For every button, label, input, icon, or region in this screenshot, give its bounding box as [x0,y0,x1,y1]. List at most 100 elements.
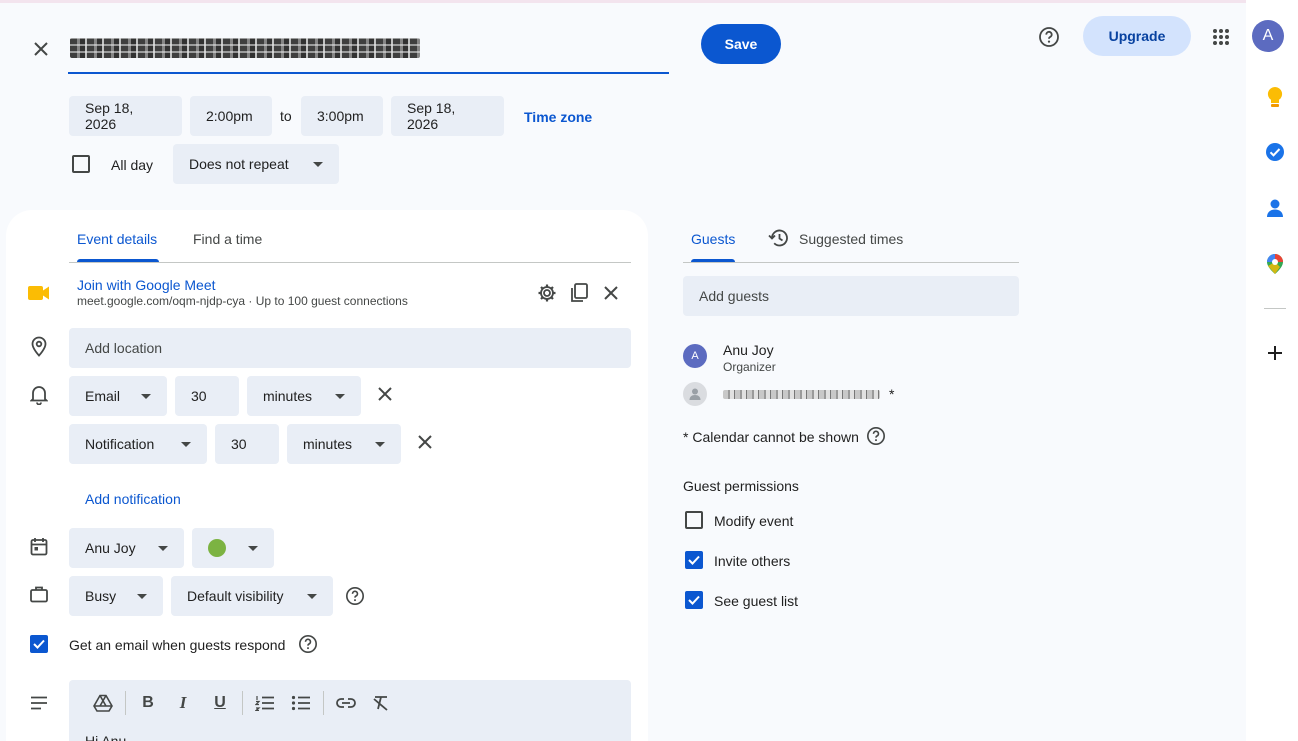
see-guest-list-checkbox[interactable] [685,591,703,609]
history-icon [768,228,789,253]
numbered-list-icon [255,696,274,711]
gear-icon [538,284,556,302]
add-notification-button[interactable]: Add notification [85,491,181,507]
chevron-down-icon [313,161,323,167]
see-guest-list-label: See guest list [714,593,799,609]
location-pin-icon [30,336,48,363]
visibility-value: Default visibility [187,588,284,604]
insert-link-button[interactable] [334,691,358,715]
modify-event-checkbox[interactable] [685,511,703,529]
calendar-note-help-button[interactable] [864,424,888,448]
calendar-cannot-be-shown-note: * Calendar cannot be shown [683,429,859,445]
chevron-down-icon [158,545,168,551]
notification-amount-input-2[interactable]: 30 [215,424,279,464]
chevron-down-icon [181,441,191,447]
email-guests-respond-checkbox[interactable] [30,635,48,653]
end-time-field[interactable]: 3:00pm [301,96,383,136]
remove-notification-button-2[interactable] [413,430,437,454]
visibility-help-button[interactable] [343,584,367,608]
availability-dropdown[interactable]: Busy [69,576,163,616]
copy-meet-link-button[interactable] [567,281,591,305]
add-addon-button[interactable] [1262,340,1288,366]
email-guests-help-button[interactable] [296,632,320,656]
remove-meet-button[interactable] [599,281,623,305]
maps-button[interactable] [1262,251,1288,277]
calendar-owner-dropdown[interactable]: Anu Joy [69,528,184,568]
chevron-down-icon [307,593,317,599]
bulleted-list-icon [291,695,310,711]
end-date-field[interactable]: Sep 18, 2026 [391,96,504,136]
tab-guests[interactable]: Guests [691,231,735,247]
start-time-field[interactable]: 2:00pm [190,96,272,136]
time-zone-link[interactable]: Time zone [524,109,592,125]
add-guests-input[interactable]: Add guests [683,276,1019,316]
apps-button[interactable] [1208,24,1234,50]
close-icon [34,42,48,56]
clear-formatting-button[interactable] [369,691,393,715]
close-button[interactable] [28,36,54,62]
availability-value: Busy [85,588,117,604]
all-day-label: All day [111,157,154,173]
invite-others-label: Invite others [714,553,791,569]
notification-type-value: Notification [85,436,155,452]
meet-link-info: meet.google.com/oqm-njdp-cya · Up to 100… [77,294,408,308]
notification-type-dropdown-1[interactable]: Email [69,376,167,416]
guest-avatar-placeholder [683,382,707,406]
description-text: Hi Anu [85,733,127,741]
check-icon [688,555,700,565]
italic-button[interactable]: I [171,691,195,715]
location-input[interactable]: Add location [69,328,631,368]
organizer-name[interactable]: Anu Joy [723,342,774,358]
save-button[interactable]: Save [701,24,781,64]
close-icon [604,286,618,300]
numbered-list-button[interactable] [253,691,277,715]
description-icon [30,696,48,715]
keep-button[interactable] [1262,84,1288,110]
help-icon [867,427,885,445]
underline-button[interactable]: U [208,691,232,715]
details-tabs-divider [69,262,631,263]
event-title-input[interactable] [68,26,669,74]
bold-icon: B [142,694,154,711]
upgrade-button[interactable]: Upgrade [1083,16,1191,56]
insert-drive-button[interactable] [91,691,115,715]
event-color-dropdown[interactable] [192,528,274,568]
italic-icon: I [179,693,187,712]
account-avatar[interactable]: A [1252,20,1284,52]
meet-video-icon [28,285,50,306]
visibility-dropdown[interactable]: Default visibility [171,576,333,616]
invite-others-checkbox[interactable] [685,551,703,569]
notification-unit-value: minutes [263,388,313,404]
close-icon [378,387,392,401]
clear-formatting-icon [373,696,388,711]
meet-settings-button[interactable] [535,281,559,305]
bulleted-list-button[interactable] [289,691,313,715]
remove-notification-button-1[interactable] [373,382,397,406]
calendar-icon [30,537,48,561]
contacts-button[interactable] [1262,195,1288,221]
notification-type-dropdown-2[interactable]: Notification [69,424,207,464]
notification-unit-dropdown-2[interactable]: minutes [287,424,401,464]
copy-icon [571,283,588,302]
close-icon [418,435,432,449]
notification-amount-input-1[interactable]: 30 [175,376,239,416]
check-icon [33,639,45,649]
repeat-dropdown[interactable]: Does not repeat [173,144,339,184]
chevron-down-icon [248,545,258,551]
tab-suggested-times[interactable]: Suggested times [799,231,903,247]
top-accent-line [0,0,1298,3]
guest-asterisk: * [889,386,895,402]
tab-event-details[interactable]: Event details [77,231,157,247]
chevron-down-icon [375,441,385,447]
start-date-field[interactable]: Sep 18, 2026 [69,96,182,136]
guest-email-redacted[interactable] [723,390,880,399]
tab-find-a-time[interactable]: Find a time [193,231,262,247]
all-day-checkbox[interactable] [72,155,90,173]
tasks-button[interactable] [1262,139,1288,165]
notification-unit-dropdown-1[interactable]: minutes [247,376,361,416]
join-google-meet-link[interactable]: Join with Google Meet [77,277,216,293]
underline-icon: U [214,694,226,711]
help-button[interactable] [1036,24,1062,50]
chevron-down-icon [335,393,345,399]
bold-button[interactable]: B [136,691,160,715]
